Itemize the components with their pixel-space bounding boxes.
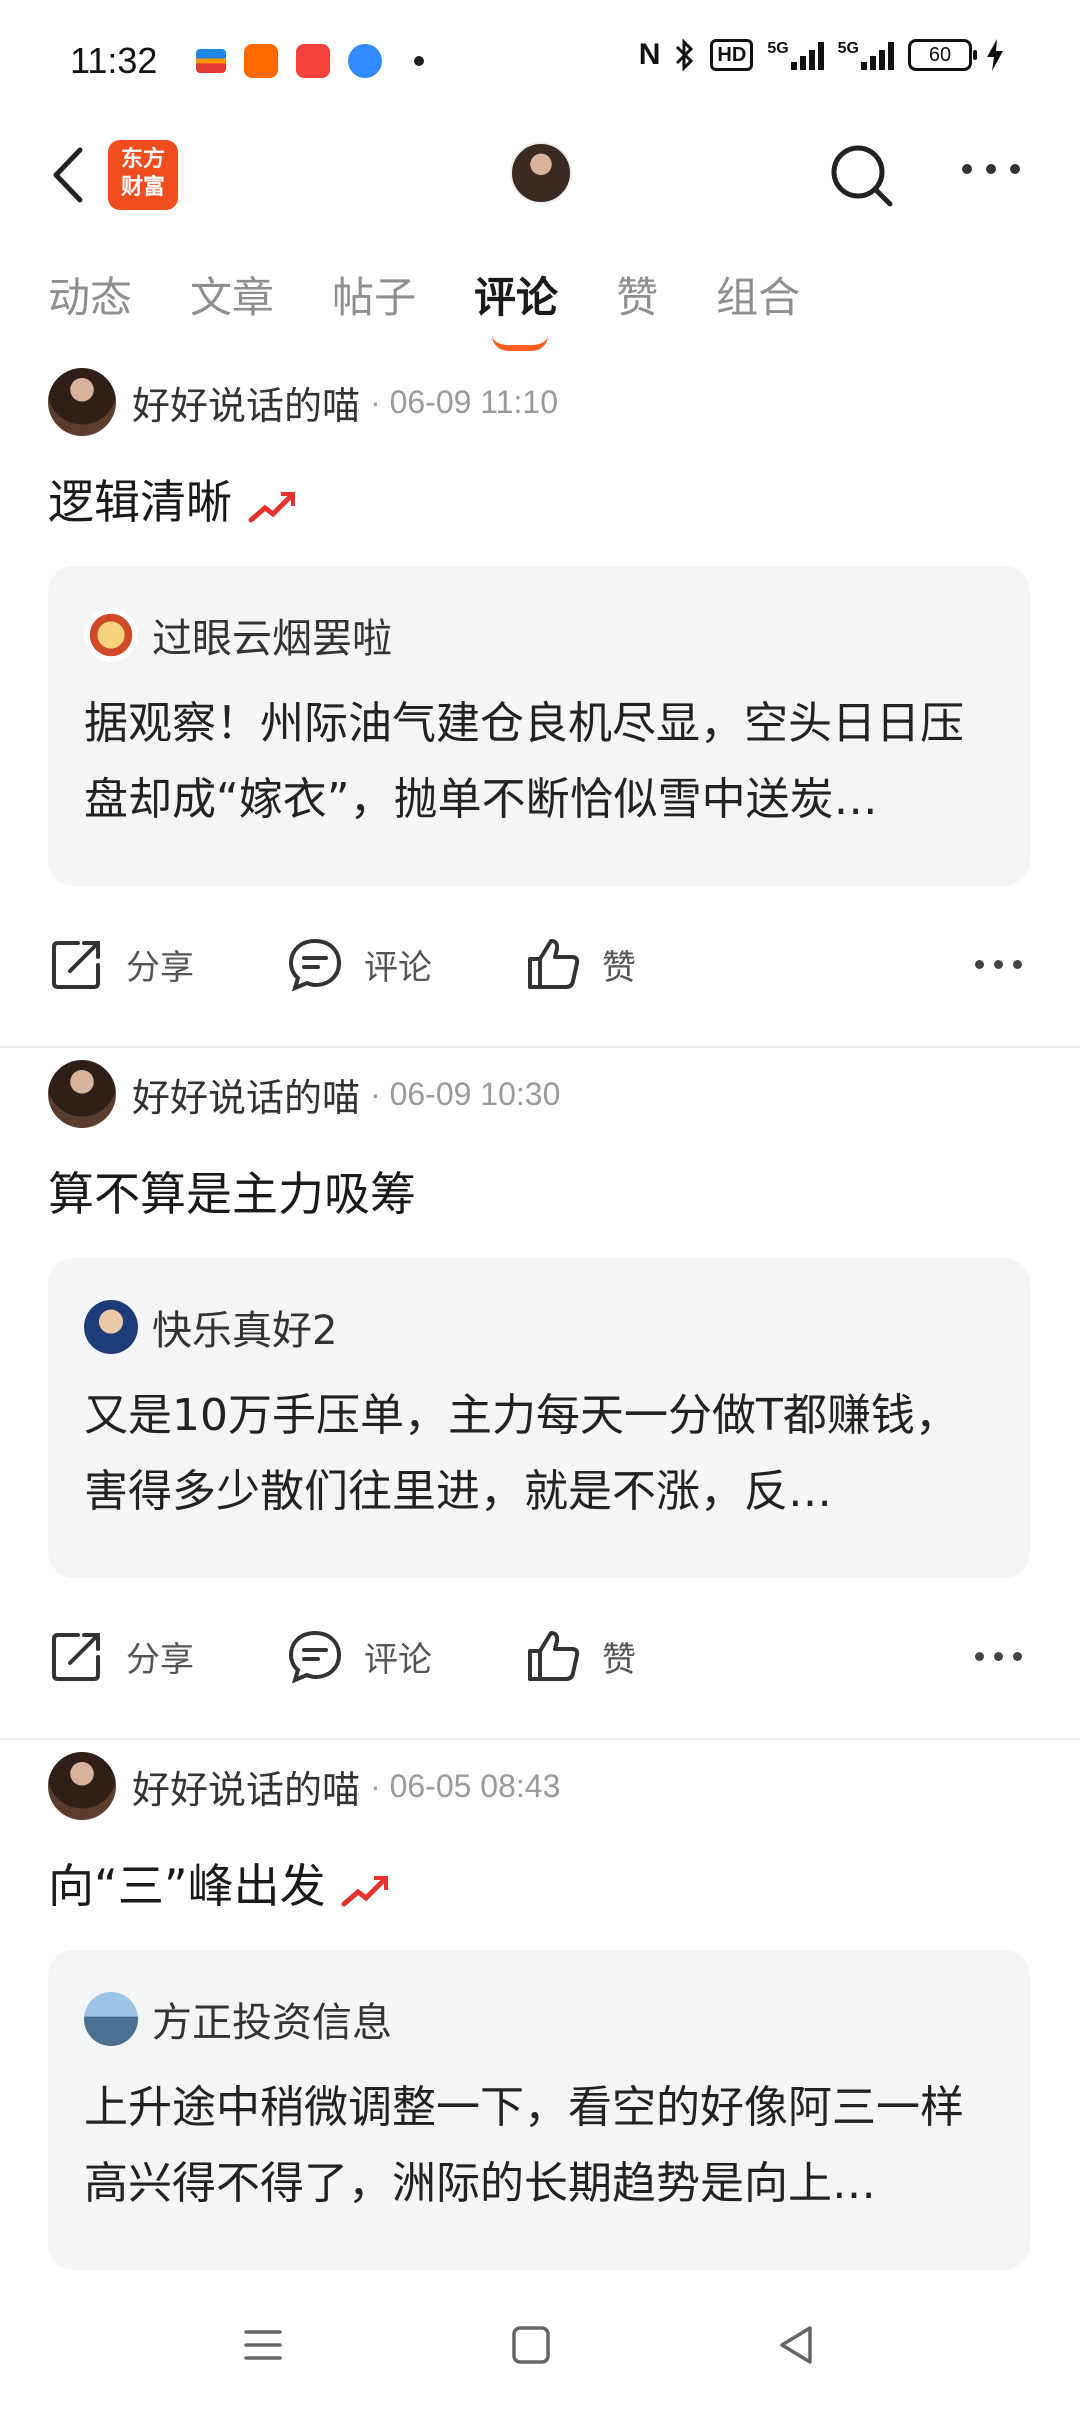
comment-button[interactable]: 评论 <box>286 935 524 993</box>
home-square-icon[interactable] <box>506 2320 556 2370</box>
comment-header: 好好说话的喵 · 06-05 08:43 <box>48 1752 560 1820</box>
more-actions-icon[interactable] <box>975 1651 1032 1661</box>
quoted-username[interactable]: 快乐真好2 <box>152 1298 337 1356</box>
system-status: N HD 5G 5G 60 <box>639 38 1004 72</box>
hd-badge: HD <box>710 39 754 71</box>
back-arrow-icon[interactable] <box>48 146 88 204</box>
username[interactable]: 好好说话的喵 <box>132 1759 360 1814</box>
comment-button[interactable]: 评论 <box>286 1627 524 1685</box>
comment-item[interactable]: 好好说话的喵 · 06-09 10:30 算不算是主力吸筹 快乐真好2 又是10… <box>0 1048 1080 1740</box>
status-bar: 11:32 N HD 5G 5G 60 <box>0 0 1080 124</box>
battery-indicator: 60 <box>908 39 977 71</box>
comment-icon <box>288 938 342 992</box>
browser-app-icon <box>348 44 382 78</box>
signal-5g-2: 5G <box>838 40 894 70</box>
like-button[interactable]: 赞 <box>524 935 762 993</box>
comment-header: 好好说话的喵 · 06-09 10:30 <box>48 1060 560 1128</box>
share-icon <box>52 1633 100 1681</box>
profile-avatar[interactable] <box>510 142 572 204</box>
profile-tabs: 动态 文章 帖子 评论 赞 组合 <box>48 264 858 351</box>
trending-up-icon <box>341 1875 389 1906</box>
comment-text-row: 逻辑清晰 <box>48 466 299 532</box>
notification-icons <box>196 44 424 78</box>
back-triangle-icon[interactable] <box>772 2320 822 2370</box>
quoted-post[interactable]: 方正投资信息 上升途中稍微调整一下，看空的好像阿三一样高兴得不得了，洲际的长期趋… <box>48 1950 1030 2270</box>
thumbs-up-icon <box>528 1631 580 1681</box>
quoted-user-avatar[interactable] <box>84 608 138 662</box>
comment-text-row: 算不算是主力吸筹 <box>48 1158 416 1224</box>
status-time: 11:32 <box>70 40 158 81</box>
like-button[interactable]: 赞 <box>524 1627 762 1685</box>
quoted-user-avatar[interactable] <box>84 1992 138 2046</box>
comment-text: 算不算是主力吸筹 <box>48 1167 416 1221</box>
tab-posts[interactable]: 帖子 <box>332 264 416 325</box>
comment-item[interactable]: 好好说话的喵 · 06-09 11:10 逻辑清晰 过眼云烟罢啦 据观察！州际油… <box>0 356 1080 1048</box>
tab-dynamics[interactable]: 动态 <box>48 264 132 325</box>
share-button[interactable]: 分享 <box>48 1627 286 1685</box>
more-notifications-dot <box>414 56 424 66</box>
tab-articles[interactable]: 文章 <box>190 264 274 325</box>
more-actions-icon[interactable] <box>975 959 1032 969</box>
action-bar: 分享 评论 赞 <box>48 924 1032 1004</box>
timestamp: · 06-09 11:10 <box>370 383 558 420</box>
comment-feed: 好好说话的喵 · 06-09 11:10 逻辑清晰 过眼云烟罢啦 据观察！州际油… <box>0 356 1080 2412</box>
quoted-text: 又是10万手压单，主力每天一分做T都赚钱，害得多少散们往里进，就是不涨，反… <box>84 1390 959 1517</box>
username[interactable]: 好好说话的喵 <box>132 1067 360 1122</box>
nfc-icon: N <box>638 38 661 71</box>
comment-text: 向“三”峰出发 <box>48 1859 326 1913</box>
quoted-post[interactable]: 快乐真好2 又是10万手压单，主力每天一分做T都赚钱，害得多少散们往里进，就是不… <box>48 1258 1030 1578</box>
avatar[interactable] <box>48 1752 116 1820</box>
comment-text: 逻辑清晰 <box>48 475 232 529</box>
tab-comments[interactable]: 评论 <box>474 264 558 351</box>
shop-app-icon <box>244 44 278 78</box>
quoted-username[interactable]: 方正投资信息 <box>152 1990 392 2048</box>
quoted-text: 据观察！州际油气建仓良机尽显，空头日日压盘却成“嫁衣”，抛单不断恰似雪中送炭… <box>84 698 964 825</box>
search-icon[interactable] <box>828 142 896 210</box>
comment-icon <box>288 1630 342 1684</box>
action-bar: 分享 评论 赞 <box>48 1616 1032 1696</box>
timestamp: · 06-05 08:43 <box>370 1767 561 1804</box>
quoted-user-avatar[interactable] <box>84 1300 138 1354</box>
tab-portfolios[interactable]: 组合 <box>716 264 800 325</box>
top-navigation: 东方 财富 <box>0 124 1080 224</box>
more-options-icon[interactable] <box>962 164 1020 174</box>
trending-up-icon <box>248 491 295 522</box>
quoted-post[interactable]: 过眼云烟罢啦 据观察！州际油气建仓良机尽显，空头日日压盘却成“嫁衣”，抛单不断恰… <box>48 566 1030 886</box>
system-navigation-bar <box>0 2280 1080 2412</box>
thumbs-up-icon <box>528 939 580 989</box>
comment-text-row: 向“三”峰出发 <box>48 1850 392 1916</box>
wallet-app-icon <box>196 49 226 73</box>
comment-header: 好好说话的喵 · 06-09 11:10 <box>48 368 558 436</box>
video-app-icon <box>296 44 330 78</box>
share-button[interactable]: 分享 <box>48 935 286 993</box>
quoted-username[interactable]: 过眼云烟罢啦 <box>152 606 392 664</box>
app-logo[interactable]: 东方 财富 <box>108 140 178 210</box>
menu-icon[interactable] <box>238 2320 288 2370</box>
avatar[interactable] <box>48 1060 116 1128</box>
share-icon <box>52 941 100 989</box>
quoted-text: 上升途中稍微调整一下，看空的好像阿三一样高兴得不得了，洲际的长期趋势是向上… <box>84 2082 964 2209</box>
charging-icon <box>987 39 1003 71</box>
signal-5g-1: 5G <box>767 40 824 70</box>
tab-likes[interactable]: 赞 <box>616 264 658 325</box>
username[interactable]: 好好说话的喵 <box>132 375 360 430</box>
avatar[interactable] <box>48 368 116 436</box>
timestamp: · 06-09 10:30 <box>370 1075 561 1112</box>
bluetooth-icon <box>676 38 694 72</box>
